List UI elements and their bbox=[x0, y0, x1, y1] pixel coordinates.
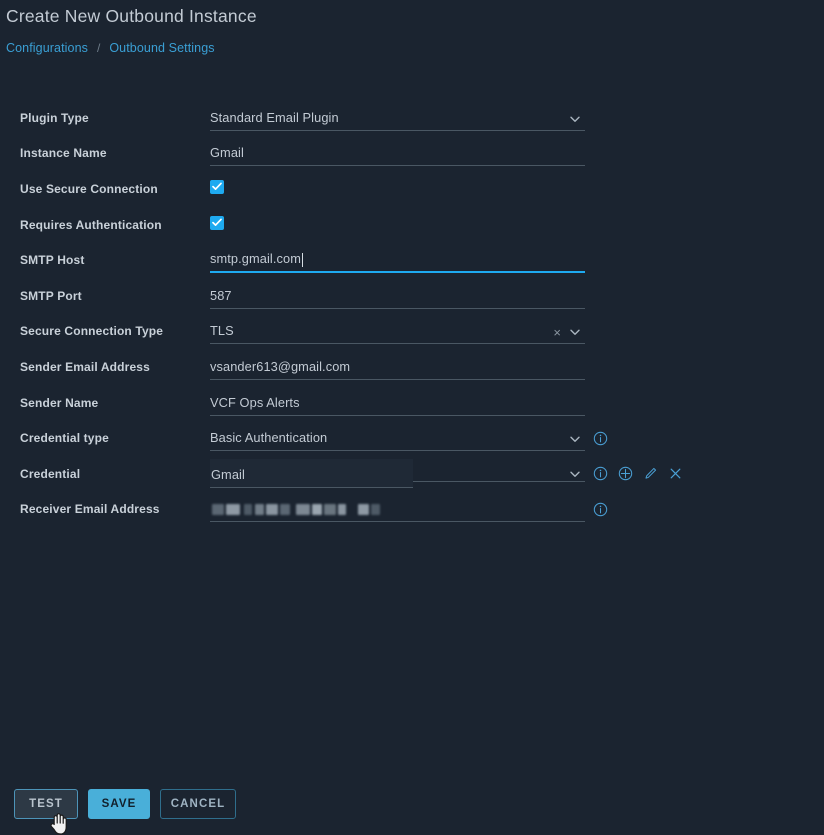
redacted-block bbox=[226, 504, 240, 516]
form-row-instance-name: Instance Name Gmail bbox=[0, 136, 824, 172]
smtp-port-value: 587 bbox=[210, 287, 232, 303]
save-button[interactable]: SAVE bbox=[88, 789, 150, 819]
redacted-block bbox=[280, 504, 290, 516]
smtp-port-input[interactable]: 587 bbox=[210, 283, 585, 309]
redacted-block bbox=[338, 504, 346, 516]
receiver-email-address-input-wrap[interactable] bbox=[210, 496, 585, 523]
sender-name-value: VCF Ops Alerts bbox=[210, 394, 300, 410]
form-row-secure-connection-type: Secure Connection Type TLS × bbox=[0, 314, 824, 350]
form-row-plugin-type: Plugin Type Standard Email Plugin bbox=[0, 100, 824, 136]
label-sender-name: Sender Name bbox=[20, 395, 99, 410]
use-secure-connection-checkbox-wrap[interactable] bbox=[210, 176, 224, 202]
redacted-block bbox=[312, 504, 322, 516]
label-credential: Credential bbox=[20, 466, 81, 481]
sender-email-address-input-wrap[interactable]: vsander613@gmail.com bbox=[210, 354, 585, 380]
form-row-smtp-host: SMTP Host smtp.gmail.com bbox=[0, 242, 824, 278]
breadcrumb-separator: / bbox=[97, 41, 101, 55]
plugin-type-select-wrap[interactable]: Standard Email Plugin bbox=[210, 105, 585, 131]
label-sender-email-address: Sender Email Address bbox=[20, 359, 150, 374]
label-smtp-port: SMTP Port bbox=[20, 288, 82, 303]
label-instance-name: Instance Name bbox=[20, 146, 107, 161]
info-icon[interactable] bbox=[593, 466, 608, 481]
form-row-smtp-port: SMTP Port 587 bbox=[0, 278, 824, 314]
edit-pencil-icon[interactable] bbox=[643, 466, 658, 481]
smtp-host-input-wrap[interactable]: smtp.gmail.com bbox=[210, 247, 585, 274]
secure-connection-type-select[interactable]: TLS × bbox=[210, 318, 585, 345]
check-icon bbox=[212, 218, 222, 227]
breadcrumb: Configurations / Outbound Settings bbox=[6, 41, 215, 55]
smtp-port-input-wrap[interactable]: 587 bbox=[210, 283, 585, 309]
plugin-type-value: Standard Email Plugin bbox=[210, 109, 339, 125]
redacted-block bbox=[296, 504, 310, 516]
instance-name-input-wrap[interactable]: Gmail bbox=[210, 140, 585, 167]
redacted-block bbox=[244, 504, 252, 516]
form-row-sender-email-address: Sender Email Address vsander613@gmail.co… bbox=[0, 349, 824, 385]
clear-selection-icon[interactable]: × bbox=[553, 326, 561, 339]
smtp-host-input[interactable]: smtp.gmail.com bbox=[210, 247, 585, 274]
label-receiver-email-address: Receiver Email Address bbox=[20, 502, 160, 517]
cancel-button[interactable]: CANCEL bbox=[160, 789, 236, 819]
outbound-instance-form: Plugin Type Standard Email Plugin Instan… bbox=[0, 100, 824, 527]
redacted-block bbox=[358, 504, 369, 516]
label-use-secure-connection: Use Secure Connection bbox=[20, 181, 158, 196]
use-secure-connection-checkbox[interactable] bbox=[210, 179, 224, 194]
credential-type-select-wrap[interactable]: Basic Authentication bbox=[210, 425, 585, 452]
redacted-block bbox=[255, 504, 264, 516]
form-row-use-secure-connection: Use Secure Connection bbox=[0, 171, 824, 207]
instance-name-value: Gmail bbox=[210, 145, 244, 161]
label-requires-authentication: Requires Authentication bbox=[20, 217, 162, 232]
close-x-icon[interactable] bbox=[668, 466, 683, 481]
credential-combo-input[interactable]: Gmail bbox=[210, 458, 413, 488]
secure-connection-type-value: TLS bbox=[210, 323, 234, 339]
instance-name-input[interactable]: Gmail bbox=[210, 140, 585, 167]
form-row-requires-authentication: Requires Authentication bbox=[0, 207, 824, 243]
credential-combo-wrap[interactable]: Gmail bbox=[210, 458, 585, 489]
requires-authentication-checkbox-wrap[interactable] bbox=[210, 212, 224, 238]
form-row-receiver-email-address: Receiver Email Address bbox=[0, 492, 824, 528]
credential-type-select[interactable]: Basic Authentication bbox=[210, 425, 585, 452]
secure-connection-type-select-wrap[interactable]: TLS × bbox=[210, 318, 585, 345]
form-row-sender-name: Sender Name VCF Ops Alerts bbox=[0, 385, 824, 421]
test-button[interactable]: TEST bbox=[14, 789, 78, 819]
create-outbound-instance-page: Create New Outbound Instance Configurati… bbox=[0, 0, 824, 835]
breadcrumb-link-outbound-settings[interactable]: Outbound Settings bbox=[109, 41, 214, 55]
credential-type-actions bbox=[593, 428, 608, 448]
page-title: Create New Outbound Instance bbox=[6, 6, 257, 26]
footer-actions: TEST SAVE CANCEL bbox=[0, 779, 824, 835]
credential-combobox[interactable]: Gmail bbox=[210, 458, 585, 489]
info-icon[interactable] bbox=[593, 502, 608, 517]
chevron-down-icon[interactable] bbox=[569, 468, 581, 480]
receiver-email-address-input[interactable] bbox=[210, 496, 585, 523]
sender-email-address-input[interactable]: vsander613@gmail.com bbox=[210, 354, 585, 380]
credential-combo-dropdown-area[interactable] bbox=[413, 459, 585, 482]
plugin-type-select[interactable]: Standard Email Plugin bbox=[210, 105, 585, 131]
credential-type-value: Basic Authentication bbox=[210, 430, 328, 446]
check-icon bbox=[212, 183, 222, 191]
requires-authentication-checkbox[interactable] bbox=[210, 215, 224, 230]
label-smtp-host: SMTP Host bbox=[20, 253, 85, 268]
chevron-down-icon[interactable] bbox=[569, 326, 581, 338]
sender-email-address-value: vsander613@gmail.com bbox=[210, 358, 351, 374]
label-credential-type: Credential type bbox=[20, 431, 109, 446]
chevron-down-icon[interactable] bbox=[569, 433, 581, 445]
smtp-host-value: smtp.gmail.com bbox=[210, 251, 301, 267]
sender-name-input[interactable]: VCF Ops Alerts bbox=[210, 390, 585, 416]
sender-name-input-wrap[interactable]: VCF Ops Alerts bbox=[210, 390, 585, 416]
receiver-email-address-actions bbox=[593, 499, 608, 519]
credential-value: Gmail bbox=[211, 466, 245, 482]
breadcrumb-link-configurations[interactable]: Configurations bbox=[6, 41, 88, 55]
form-row-credential-type: Credential type Basic Authentication bbox=[0, 420, 824, 456]
add-circle-icon[interactable] bbox=[618, 466, 633, 481]
chevron-down-icon[interactable] bbox=[569, 113, 581, 125]
form-row-credential: Credential Gmail bbox=[0, 456, 824, 492]
info-icon[interactable] bbox=[593, 431, 608, 446]
label-plugin-type: Plugin Type bbox=[20, 110, 89, 125]
redacted-block bbox=[266, 504, 278, 516]
credential-actions bbox=[593, 464, 683, 484]
label-secure-connection-type: Secure Connection Type bbox=[20, 324, 164, 339]
text-caret bbox=[302, 253, 303, 268]
redacted-block bbox=[212, 504, 224, 516]
redacted-block bbox=[371, 504, 380, 516]
redacted-block bbox=[324, 504, 336, 516]
